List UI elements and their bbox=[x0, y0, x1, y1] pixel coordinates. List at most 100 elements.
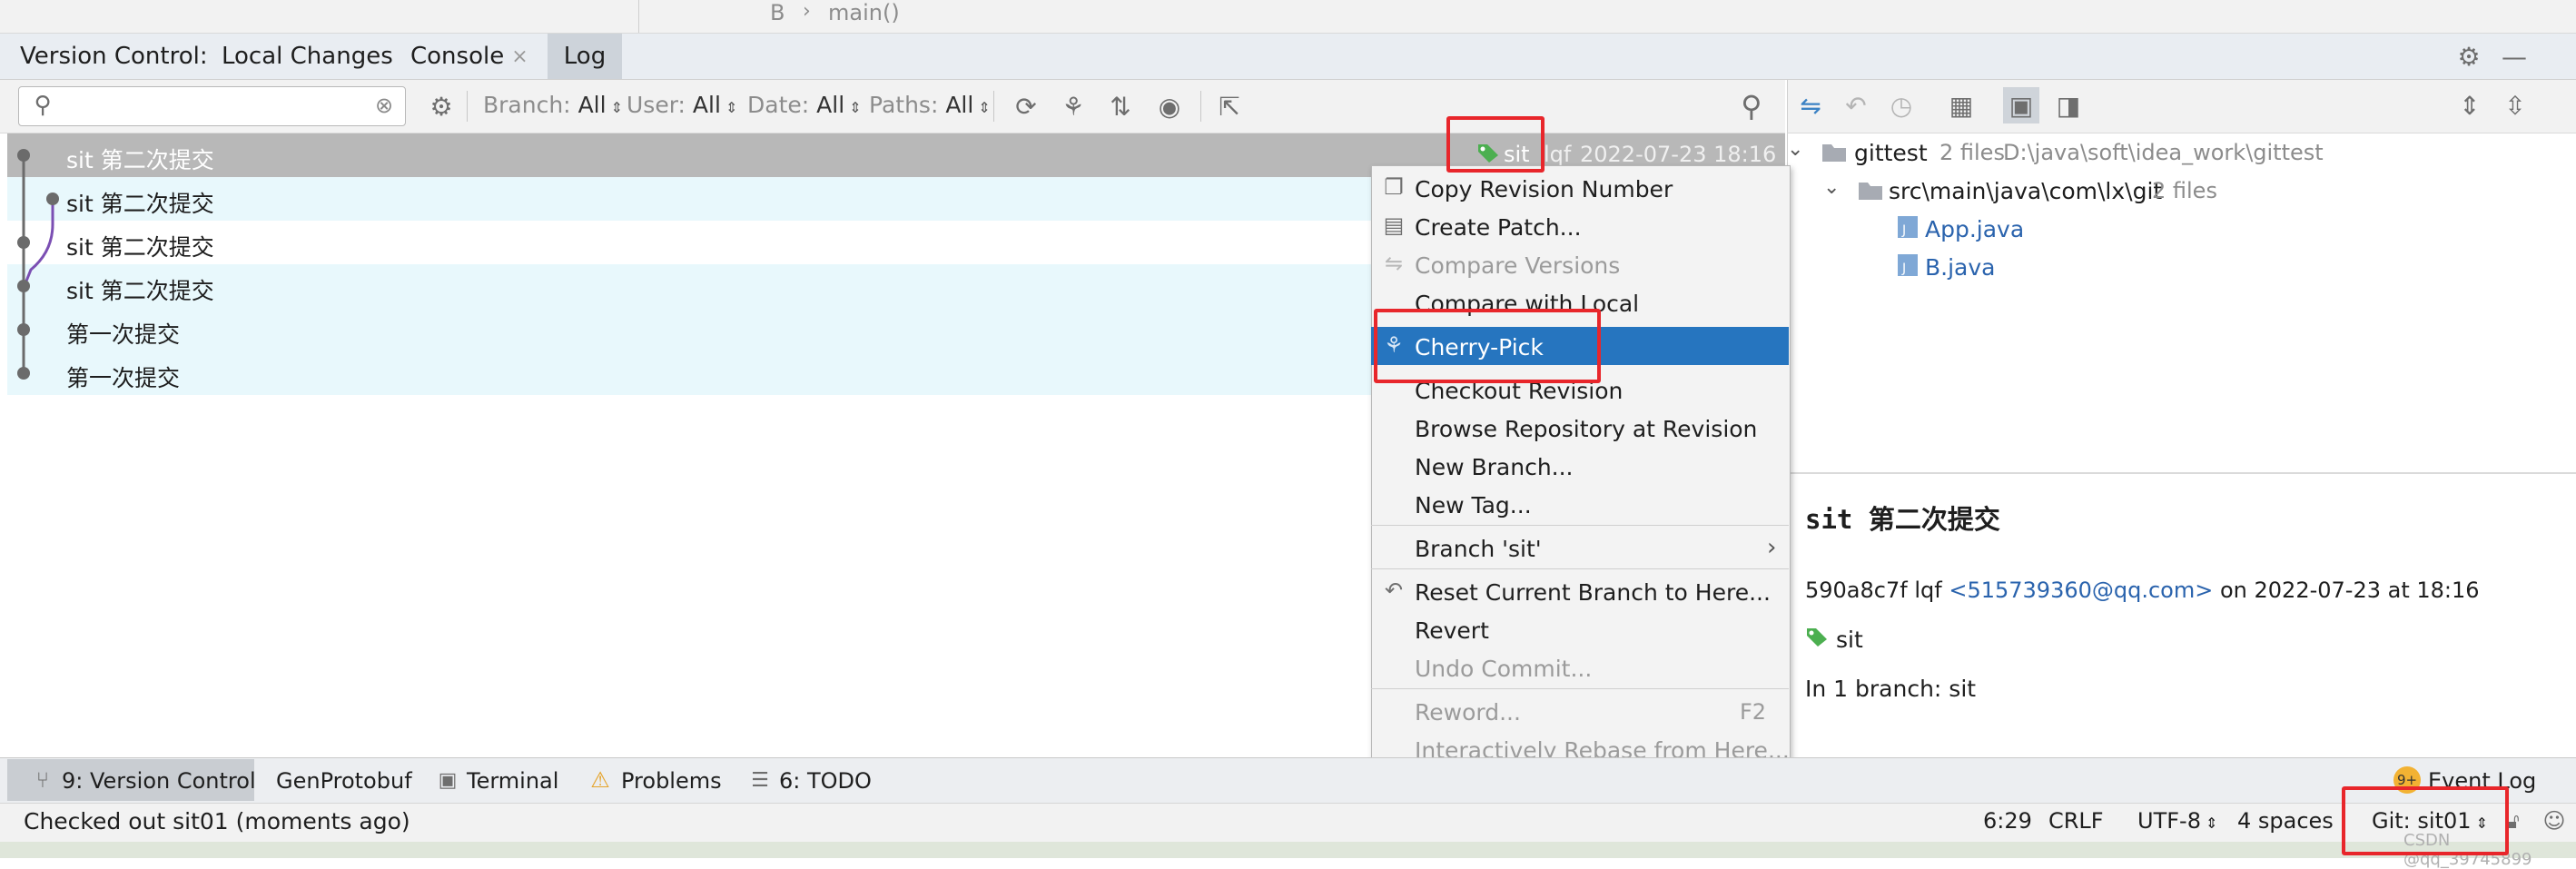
chevron-down-icon[interactable]: ⌄ bbox=[1787, 140, 1803, 160]
paths-filter[interactable]: Paths: All ⇕ bbox=[869, 94, 991, 116]
menu-item-reset-branch[interactable]: ↶ Reset Current Branch to Here... bbox=[1371, 572, 1789, 610]
branch-filter-label: Branch: bbox=[483, 92, 571, 118]
commit-message: 第一次提交 bbox=[66, 365, 181, 391]
tree-folder-count: 2 files bbox=[2152, 178, 2217, 203]
tool-tab-version-control[interactable]: ⑂ 9: Version Control bbox=[7, 759, 256, 801]
commit-node bbox=[17, 367, 30, 380]
group-by-icon[interactable]: ▦ bbox=[1943, 87, 1979, 123]
search-input[interactable]: ⚲ ⊗ bbox=[18, 86, 406, 126]
filter-settings-icon[interactable]: ⚙ bbox=[423, 89, 459, 123]
reset-icon: ↶ bbox=[1384, 578, 1404, 603]
tool-window-title: Version Control: bbox=[20, 43, 208, 70]
menu-item-label: Revert bbox=[1415, 617, 1489, 644]
file-encoding-label: UTF-8 bbox=[2137, 808, 2201, 834]
copy-icon: ❐ bbox=[1384, 174, 1404, 200]
user-filter-value: All bbox=[692, 92, 721, 118]
vcs-icon: ⑂ bbox=[35, 767, 50, 793]
menu-shortcut: F2 bbox=[1740, 699, 1767, 725]
collapse-all-icon[interactable]: ⇳ bbox=[2497, 87, 2533, 123]
commit-author: lqf bbox=[1544, 142, 1572, 167]
menu-item-reword[interactable]: Reword... F2 bbox=[1371, 692, 1789, 730]
layout-icon[interactable]: ▣ bbox=[2003, 87, 2039, 123]
menu-item-new-branch[interactable]: New Branch... bbox=[1371, 447, 1789, 485]
gear-icon[interactable]: ⚙ bbox=[2453, 41, 2484, 72]
chevron-down-icon[interactable]: ⌄ bbox=[1823, 178, 1840, 198]
menu-item-copy-revision[interactable]: ❐ Copy Revision Number bbox=[1371, 169, 1789, 207]
commit-message: sit 第二次提交 bbox=[66, 147, 214, 173]
toolbar-separator bbox=[993, 91, 994, 122]
breadcrumb-method[interactable]: main() bbox=[828, 2, 900, 24]
menu-item-label: New Tag... bbox=[1415, 492, 1532, 518]
branch-filter[interactable]: Branch: All ⇕ bbox=[483, 94, 623, 116]
todo-icon: ☰ bbox=[751, 768, 769, 792]
changed-file[interactable]: App.java bbox=[1925, 218, 2024, 241]
commit-node bbox=[17, 323, 30, 336]
eye-icon[interactable]: ◉ bbox=[1150, 89, 1189, 123]
user-filter[interactable]: User: All ⇕ bbox=[627, 94, 737, 116]
undo-icon[interactable]: ↶ bbox=[1838, 87, 1874, 123]
tab-console-label: Console bbox=[410, 43, 505, 70]
tree-folder-name[interactable]: src\main\java\com\lx\git bbox=[1889, 180, 2162, 202]
minimize-icon[interactable]: — bbox=[2499, 41, 2530, 72]
compare-icon[interactable]: ⇋ bbox=[1792, 87, 1829, 123]
tool-tab-terminal[interactable]: Terminal bbox=[467, 770, 558, 792]
history-icon[interactable]: ◷ bbox=[1883, 87, 1920, 123]
tool-tab-problems[interactable]: Problems bbox=[621, 770, 722, 792]
commit-date-text: on 2022-07-23 at 18:16 bbox=[2219, 578, 2480, 603]
menu-item-undo-commit[interactable]: Undo Commit... bbox=[1371, 648, 1789, 686]
folder-icon bbox=[1858, 178, 1883, 202]
tool-tab-genprotobuf[interactable]: GenProtobuf bbox=[276, 770, 412, 792]
commit-date: 2022-07-23 18:16 bbox=[1580, 142, 1777, 167]
line-separator[interactable]: CRLF bbox=[2048, 810, 2104, 832]
menu-item-branch-sit[interactable]: Branch 'sit' › bbox=[1371, 528, 1789, 567]
cherry-pick-icon[interactable]: ⚘ bbox=[1055, 89, 1091, 123]
search-icon[interactable]: ⚲ bbox=[23, 89, 63, 122]
indent-setting[interactable]: 4 spaces bbox=[2237, 810, 2334, 832]
tab-console[interactable]: Console × bbox=[400, 34, 539, 79]
expand-all-icon[interactable]: ⇕ bbox=[2452, 87, 2488, 123]
commit-message: 第一次提交 bbox=[66, 321, 181, 348]
preview-icon[interactable]: ◨ bbox=[2050, 87, 2087, 123]
clear-search-icon[interactable]: ⊗ bbox=[371, 93, 397, 118]
sort-icon[interactable]: ⇅ bbox=[1102, 89, 1139, 123]
search-icon[interactable]: ⚲ bbox=[1732, 87, 1771, 125]
menu-item-label: Compare Versions bbox=[1415, 252, 1621, 279]
editor-breadcrumb-bar bbox=[0, 0, 2576, 34]
commit-node bbox=[17, 280, 30, 292]
refresh-icon[interactable]: ⟳ bbox=[1008, 89, 1044, 123]
tool-tab-todo[interactable]: 6: TODO bbox=[779, 770, 872, 792]
desktop-strip bbox=[0, 842, 2576, 858]
menu-item-compare-versions[interactable]: ⇋ Compare Versions bbox=[1371, 245, 1789, 283]
commit-message: sit 第二次提交 bbox=[66, 191, 214, 217]
commit-hash[interactable]: 590a8c7f bbox=[1805, 578, 1908, 603]
commit-graph bbox=[22, 155, 54, 373]
commit-author: lqf bbox=[1914, 578, 1942, 603]
menu-item-revert[interactable]: Revert bbox=[1371, 610, 1789, 648]
paths-filter-label: Paths: bbox=[869, 92, 939, 118]
breadcrumb-class[interactable]: B bbox=[770, 2, 785, 24]
menu-item-new-tag[interactable]: New Tag... bbox=[1371, 485, 1789, 523]
submenu-arrow-icon: › bbox=[1767, 534, 1777, 561]
highlight-cherry-pick bbox=[1374, 309, 1601, 383]
tree-root-name[interactable]: gittest bbox=[1854, 142, 1928, 164]
toolbar-separator bbox=[1200, 91, 1201, 122]
paths-filter-value: All bbox=[945, 92, 974, 118]
tab-log[interactable]: Log bbox=[548, 34, 622, 79]
commit-email[interactable]: <515739360@qq.com> bbox=[1949, 578, 2213, 603]
tab-local-changes[interactable]: Local Changes bbox=[205, 34, 410, 79]
tab-close-icon[interactable]: × bbox=[511, 45, 528, 68]
open-external-icon[interactable]: ⇱ bbox=[1211, 89, 1248, 123]
svg-text:J: J bbox=[1901, 262, 1906, 276]
file-encoding[interactable]: UTF-8 ⇕ bbox=[2137, 810, 2217, 832]
date-filter[interactable]: Date: All ⇕ bbox=[747, 94, 862, 116]
menu-separator bbox=[1371, 688, 1789, 689]
changed-file[interactable]: B.java bbox=[1925, 256, 1995, 279]
commit-node bbox=[17, 149, 30, 162]
menu-item-label: Reword... bbox=[1415, 699, 1521, 726]
menu-item-create-patch[interactable]: ▤ Create Patch... bbox=[1371, 207, 1789, 245]
menu-item-browse-repository[interactable]: Browse Repository at Revision bbox=[1371, 409, 1789, 447]
date-filter-label: Date: bbox=[747, 92, 810, 118]
commit-subject: sit 第二次提交 bbox=[1805, 504, 2000, 535]
cursor-position[interactable]: 6:29 bbox=[1983, 810, 2032, 832]
commit-node bbox=[46, 193, 59, 205]
